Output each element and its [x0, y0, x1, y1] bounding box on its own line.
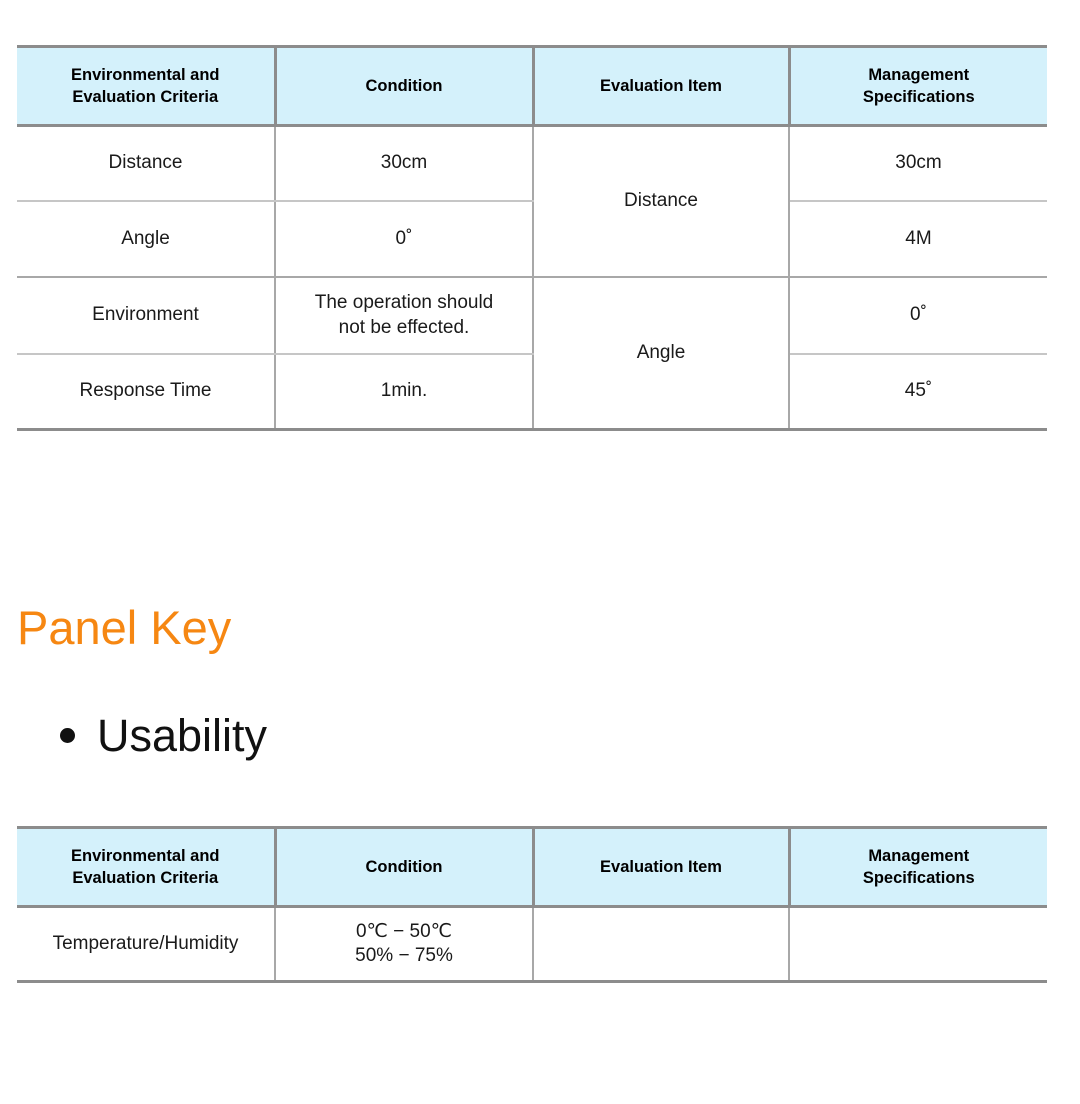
table-1-header-evaluation-item: Evaluation Item: [533, 46, 791, 127]
list-item-usability: Usability: [60, 713, 267, 758]
table-1-header-management: Management Specifications: [789, 46, 1047, 127]
table-2-r1-criteria: Temperature/Humidity: [17, 906, 276, 982]
document-page: Environmental and Evaluation Criteria Co…: [0, 0, 1080, 1104]
table-1-r1-management: 30cm: [789, 125, 1047, 202]
table-1-r3-condition: The operation should not be effected.: [275, 277, 534, 355]
table-row: Temperature/Humidity 0℃ − 50℃ 50% − 75%: [17, 906, 1047, 982]
table-2-r1-condition: 0℃ − 50℃ 50% − 75%: [275, 906, 534, 982]
table-2-header-criteria-line1: Environmental and: [70, 846, 220, 865]
table-2-header-management-line1: Management: [868, 846, 970, 865]
table-2-r1-condition-line2: 50% − 75%: [355, 945, 453, 966]
environmental-spec-table-2: Environmental and Evaluation Criteria Co…: [17, 826, 1047, 983]
table-row: Response Time 1min. 45˚: [17, 354, 1047, 430]
table-1-r1-criteria: Distance: [17, 125, 276, 202]
table-row: Distance 30cm Distance 30cm: [17, 125, 1047, 278]
environmental-spec-table-1: Environmental and Evaluation Criteria Co…: [17, 45, 1047, 431]
table-2-header-criteria-line2: Evaluation Criteria: [72, 869, 219, 887]
table-1-r3-condition-line2: not be effected.: [338, 316, 470, 338]
table-1-r4-condition: 1min.: [275, 354, 534, 430]
table-1-r2-criteria: Angle: [17, 201, 276, 278]
table-1-header-condition: Condition: [275, 46, 535, 127]
table-1-r4-criteria: Response Time: [17, 354, 276, 430]
table-2-header-condition: Condition: [275, 827, 535, 908]
table-row: Angle 0˚ 4M: [17, 201, 1047, 278]
table-1-r2-management: 4M: [789, 201, 1047, 278]
table-2-r1-management: [789, 907, 1047, 982]
table-2-header-management: Management Specifications: [789, 827, 1047, 908]
table-1-r3-management: 0˚: [789, 277, 1047, 355]
table-1-r3-criteria: Environment: [17, 277, 276, 355]
bullet-dot-icon: [60, 728, 75, 743]
table-2-header-row: Environmental and Evaluation Criteria Co…: [17, 827, 1047, 908]
table-2-header-criteria: Environmental and Evaluation Criteria: [17, 827, 277, 908]
table-1-r3-condition-line1: The operation should: [314, 292, 494, 314]
table-row: Environment The operation should not be …: [17, 277, 1047, 431]
table-2-header-evaluation-item: Evaluation Item: [533, 827, 791, 908]
list-item-label: Usability: [97, 710, 268, 761]
table-1-r2-condition: 0˚: [275, 201, 534, 278]
table-1-header-criteria-line1: Environmental and: [70, 65, 220, 84]
table-2-r1-evaluation-item: [533, 906, 790, 982]
table-1-header-row: Environmental and Evaluation Criteria Co…: [17, 46, 1047, 127]
table-1-header-management-line1: Management: [868, 65, 970, 84]
table-1-r1-condition: 30cm: [275, 125, 534, 202]
page-title: Panel Key: [17, 601, 232, 654]
table-1-header-criteria: Environmental and Evaluation Criteria: [17, 46, 277, 127]
table-1-header-management-line2: Specifications: [862, 88, 975, 106]
table-2-header-management-line2: Specifications: [862, 869, 975, 887]
table-1-header-criteria-line2: Evaluation Criteria: [72, 88, 219, 106]
table-1-evaluation-item-distance: Distance: [533, 125, 790, 278]
table-1-r4-management: 45˚: [904, 380, 933, 402]
table-1-evaluation-item-angle: Angle: [533, 277, 790, 431]
table-2-r1-condition-line1: 0℃ − 50℃: [355, 920, 453, 942]
